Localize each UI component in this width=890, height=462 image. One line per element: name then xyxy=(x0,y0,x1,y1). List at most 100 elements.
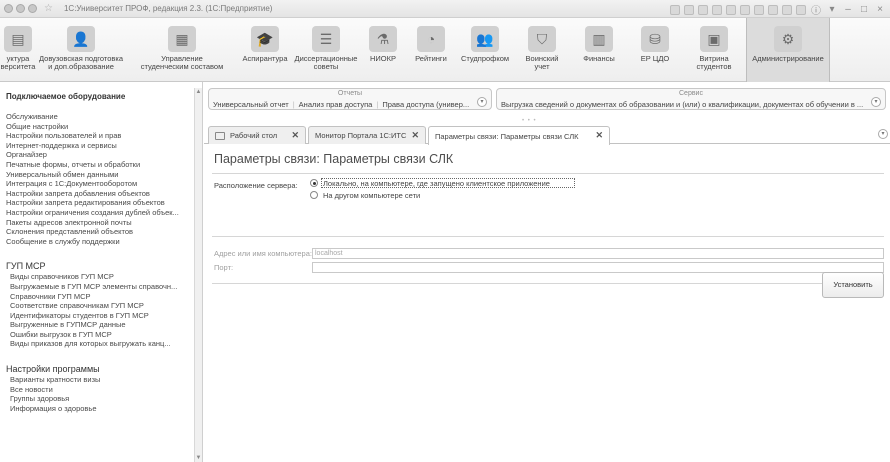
section-military[interactable]: ⛉ Воинский учет xyxy=(514,18,570,82)
toolbar-icon[interactable] xyxy=(768,4,778,15)
minimize-icon[interactable]: – xyxy=(842,4,854,15)
scroll-up-icon[interactable]: ▲ xyxy=(195,88,202,96)
section-label: Студпрофком xyxy=(460,54,510,63)
toolbar-icon[interactable] xyxy=(712,4,722,15)
section-label: верситета xyxy=(0,62,36,71)
install-button[interactable]: Установить xyxy=(822,272,884,298)
section-administration[interactable]: ⚙ Администрирование xyxy=(746,18,830,82)
report-link[interactable]: Универсальный отчет xyxy=(213,100,289,109)
close-tab-icon[interactable]: ✕ xyxy=(411,130,419,141)
tabs-menu-icon[interactable]: ▾ xyxy=(878,129,888,139)
port-field[interactable] xyxy=(312,262,884,273)
nav-item[interactable]: Общие настройки xyxy=(0,122,202,132)
nav-item[interactable]: Группы здоровья xyxy=(0,394,202,404)
close-tab-icon[interactable]: ✕ xyxy=(595,130,603,141)
gear-icon: ⚙ xyxy=(774,26,802,52)
toolbar-icon[interactable] xyxy=(698,4,708,15)
nav-item[interactable]: Склонения представлений объектов xyxy=(0,227,202,237)
chevron-down-icon[interactable]: ▾ xyxy=(871,97,881,107)
section-label: Аспирантура xyxy=(242,54,288,63)
report-link[interactable]: Права доступа (универ... xyxy=(382,100,469,109)
nav-item[interactable]: Виды справочников ГУП МСР xyxy=(0,272,202,282)
service-link[interactable]: Выгрузка сведений о документах об образо… xyxy=(501,100,863,109)
section-finance[interactable]: ▥ Финансы xyxy=(570,18,628,82)
close-tab-icon[interactable]: ✕ xyxy=(291,130,299,141)
nav-item[interactable]: Выгружаемые в ГУП МСР элементы справочн.… xyxy=(0,282,202,292)
chevron-down-icon[interactable]: ▾ xyxy=(477,97,487,107)
nav-item[interactable]: Печатные формы, отчеты и обработки xyxy=(0,160,202,170)
section-label: ЕР ЦДО xyxy=(640,54,670,63)
section-research[interactable]: ⚗ НИОКР xyxy=(360,18,406,82)
nav-item[interactable]: Обслуживание xyxy=(0,112,202,122)
close-icon[interactable]: × xyxy=(874,4,886,15)
window-menu-icon[interactable]: ▾ xyxy=(826,4,838,15)
section-ratings[interactable]: ◔ Рейтинги xyxy=(406,18,456,82)
work-area: Отчеты Универсальный отчет | Анализ прав… xyxy=(204,82,890,462)
tab-connection-params[interactable]: Параметры связи: Параметры связи СЛК ✕ xyxy=(428,126,610,145)
section-preuniversity[interactable]: 👤 Довузовская подготовка и доп.образован… xyxy=(36,18,126,82)
nav-item[interactable]: Варианты кратности визы xyxy=(0,375,202,385)
nav-item[interactable]: Выгруженные в ГУПМСР данные xyxy=(0,320,202,330)
app-menu-icon[interactable] xyxy=(4,4,13,13)
section-label: и доп.образование xyxy=(48,62,114,71)
nav-item[interactable]: Универсальный обмен данными xyxy=(0,170,202,180)
tab-bar: Рабочий стол ✕ Монитор Портала 1С:ИТС ✕ … xyxy=(204,126,890,145)
tab-desktop[interactable]: Рабочий стол ✕ xyxy=(208,126,306,144)
students-management-icon: ▦ xyxy=(168,26,196,52)
address-label: Адрес или имя компьютера: xyxy=(214,249,312,258)
nav-item[interactable]: Виды приказов для которых выгружать канц… xyxy=(0,339,202,349)
nav-scrollbar[interactable]: ▲ ▼ xyxy=(194,88,202,462)
nav-item[interactable]: Соответствие справочникам ГУП МСР xyxy=(0,301,202,311)
toolbar-icon[interactable] xyxy=(670,4,680,15)
nav-item[interactable]: Органайзер xyxy=(0,150,202,160)
nav-item[interactable]: Настройки запрета редактирования объекто… xyxy=(0,198,202,208)
splitter-grip[interactable]: • • • xyxy=(522,118,537,124)
tab-its-monitor[interactable]: Монитор Портала 1С:ИТС ✕ xyxy=(308,126,426,144)
divider xyxy=(212,283,884,284)
radio-remote[interactable] xyxy=(310,191,318,199)
nav-item[interactable]: Сообщение в службу поддержки xyxy=(0,237,202,247)
nav-item[interactable]: Интернет-поддержка и сервисы xyxy=(0,141,202,151)
back-nav-icon[interactable] xyxy=(16,4,25,13)
nav-heading[interactable]: Подключаемое оборудование xyxy=(0,82,202,112)
reports-panel: Отчеты Универсальный отчет | Анализ прав… xyxy=(208,88,492,110)
address-field[interactable]: localhost xyxy=(312,248,884,259)
toolbar-icon[interactable] xyxy=(726,4,736,15)
nav-item[interactable]: Интеграция с 1С:Документооборотом xyxy=(0,179,202,189)
section-structure[interactable]: ▤ уктура верситета xyxy=(0,18,36,82)
maximize-icon[interactable]: □ xyxy=(858,4,870,15)
nav-item[interactable]: Ошибки выгрузок в ГУП МСР xyxy=(0,330,202,340)
nav-item[interactable]: Справочники ГУП МСР xyxy=(0,292,202,302)
section-er-cdo[interactable]: ⛁ ЕР ЦДО xyxy=(628,18,682,82)
calculator-icon: ▥ xyxy=(585,26,613,52)
nav-item[interactable]: Настройки пользователей и прав xyxy=(0,131,202,141)
nav-item[interactable]: Пакеты адресов электронной почты xyxy=(0,218,202,228)
toolbar-icon[interactable] xyxy=(684,4,694,15)
toolbar-icon[interactable] xyxy=(754,4,764,15)
forward-nav-icon[interactable] xyxy=(28,4,37,13)
section-union[interactable]: 👥 Студпрофком xyxy=(456,18,514,82)
option-remote-label[interactable]: На другом компьютере сети xyxy=(323,191,420,200)
toolbar-icon[interactable] xyxy=(740,4,750,15)
section-dissertation[interactable]: ☰ Диссертационные советы xyxy=(292,18,360,82)
info-icon[interactable]: ⓘ xyxy=(810,2,822,17)
report-link[interactable]: Анализ прав доступа xyxy=(299,100,373,109)
nav-item[interactable]: Настройки ограничения создания дублей об… xyxy=(0,208,202,218)
radio-local[interactable] xyxy=(310,179,318,187)
section-students-management[interactable]: ▦ Управление студенческим составом xyxy=(126,18,238,82)
section-label: студенческим составом xyxy=(140,62,224,71)
option-local-label[interactable]: Локально, на компьютере, где запущено кл… xyxy=(323,179,550,188)
scroll-down-icon[interactable]: ▼ xyxy=(195,454,202,462)
favorites-star-icon[interactable]: ☆ xyxy=(44,3,53,14)
nav-item[interactable]: Все новости xyxy=(0,385,202,395)
tab-label: Параметры связи: Параметры связи СЛК xyxy=(435,131,579,141)
toolbar-icon[interactable] xyxy=(782,4,792,15)
toolbar-icon[interactable] xyxy=(796,4,806,15)
nav-item[interactable]: Настройки запрета добавления объектов xyxy=(0,189,202,199)
preuniversity-icon: 👤 xyxy=(67,26,95,52)
nav-item[interactable]: Информация о здоровье xyxy=(0,404,202,414)
nav-item[interactable]: Идентификаторы студентов в ГУП МСР xyxy=(0,311,202,321)
section-postgraduate[interactable]: 🎓 Аспирантура xyxy=(238,18,292,82)
separator: | xyxy=(376,100,379,109)
section-showcase[interactable]: ▣ Витрина студентов xyxy=(682,18,746,82)
